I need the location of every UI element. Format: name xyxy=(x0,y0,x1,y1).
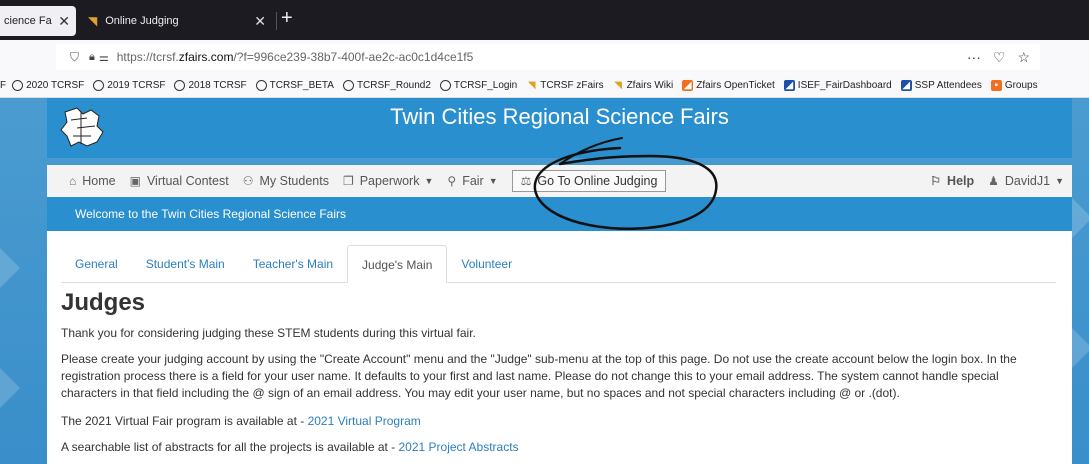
bookmark-tcrsf-login[interactable]: TCRSF_Login xyxy=(439,80,517,91)
bookmark-lead[interactable]: F xyxy=(0,80,6,91)
project-abstracts-link[interactable]: 2021 Project Abstracts xyxy=(399,440,519,454)
decor-chevron xyxy=(1072,328,1089,368)
page-heading: Judges xyxy=(61,289,146,316)
zfairs-favicon-icon: ◥ xyxy=(88,14,98,28)
bookmark-2018-tcrsf[interactable]: 2018 TCRSF xyxy=(174,80,247,91)
map-marker-icon: ⚲ xyxy=(447,174,457,188)
globe-icon xyxy=(12,80,24,91)
scale-icon: ⚖ xyxy=(520,174,532,188)
browser-tab-science-fair[interactable]: cience Fa ✕ xyxy=(0,6,76,36)
browser-tab-bar: cience Fa ✕ ◥ Online Judging ✕ + xyxy=(0,0,1089,40)
virtual-program-link[interactable]: 2021 Virtual Program xyxy=(308,414,421,428)
nav-paperwork[interactable]: ❐ Paperwork ▼ xyxy=(343,174,433,188)
globe-icon xyxy=(342,80,354,91)
nav-fair[interactable]: ⚲ Fair ▼ xyxy=(447,174,497,188)
decor-chevron xyxy=(0,248,20,288)
user-icon: ♟ xyxy=(988,174,999,188)
browser-tab-online-judging[interactable]: ◥ Online Judging ✕ xyxy=(80,6,274,36)
nav-home[interactable]: ⌂ Home xyxy=(69,174,116,188)
lock-icon[interactable]: 🔒︎ xyxy=(89,51,95,64)
bookmark-tcrsf-zfairs[interactable]: ◥ TCRSF zFairs xyxy=(526,80,604,91)
bookmark-2020-tcrsf[interactable]: 2020 TCRSF xyxy=(12,80,84,91)
tab-general[interactable]: General xyxy=(61,245,132,282)
tab-students-main[interactable]: Student's Main xyxy=(132,245,239,282)
tab-title: cience Fa xyxy=(4,15,52,27)
help-icon: ⚐ xyxy=(930,174,942,188)
globe-icon xyxy=(174,80,186,91)
close-tab-icon[interactable]: ✕ xyxy=(254,13,266,30)
tab-volunteer[interactable]: Volunteer xyxy=(447,245,526,282)
isef-icon: ◢ xyxy=(783,80,795,91)
chevron-down-icon: ▼ xyxy=(1055,176,1064,186)
program-paragraph: The 2021 Virtual Fair program is availab… xyxy=(61,414,421,428)
users-icon: ⚇ xyxy=(242,174,254,188)
site-banner: Twin Cities Regional Science Fairs xyxy=(47,98,1072,158)
pocket-icon[interactable]: ♡ xyxy=(993,49,1006,66)
instructions-paragraph: Please create your judging account by us… xyxy=(61,352,1017,400)
nav-online-judging[interactable]: ⚖ Go To Online Judging xyxy=(511,170,667,192)
close-tab-icon[interactable]: ✕ xyxy=(58,13,70,30)
tab-divider xyxy=(276,12,277,30)
groups-icon: ▪ xyxy=(990,80,1002,91)
bookmarks-toolbar: F 2020 TCRSF 2019 TCRSF 2018 TCRSF TCRSF… xyxy=(0,74,1089,98)
bookmark-zfairs-wiki[interactable]: ◥ Zfairs Wiki xyxy=(613,80,673,91)
chevron-down-icon: ▼ xyxy=(488,176,498,186)
shield-icon[interactable]: ⛉ xyxy=(70,50,79,65)
bookmark-ssp-attendees[interactable]: ◢ SSP Attendees xyxy=(900,80,982,91)
bookmark-isef-dashboard[interactable]: ◢ ISEF_FairDashboard xyxy=(783,80,892,91)
main-navigation: ⌂ Home ▣ Virtual Contest ⚇ My Students ❐ Pap… xyxy=(47,165,1072,197)
bookmark-2019-tcrsf[interactable]: 2019 TCRSF xyxy=(93,80,165,91)
bookmark-groups[interactable]: ▪ Groups xyxy=(990,80,1038,91)
address-bar[interactable]: ⛉ 🔒︎ ⚌ https://tcrsf.zfairs.com/?f=996ce… xyxy=(56,44,1040,70)
nav-help[interactable]: ⚐ Help xyxy=(930,174,974,188)
ticket-icon: ◢ xyxy=(682,80,694,91)
main-content: General Student's Main Teacher's Main Ju… xyxy=(47,231,1072,464)
globe-icon xyxy=(439,80,451,91)
bookmark-zfairs-openticket[interactable]: ◢ Zfairs OpenTicket xyxy=(682,80,775,91)
decor-chevron xyxy=(1072,198,1089,238)
isef-icon: ◢ xyxy=(900,80,912,91)
zfairs-icon: ◥ xyxy=(527,80,536,91)
tab-judges-main[interactable]: Judge's Main xyxy=(347,245,448,283)
camera-icon: ▣ xyxy=(129,174,141,188)
bookmark-tcrsf-beta[interactable]: TCRSF_BETA xyxy=(255,80,334,91)
role-tabs: General Student's Main Teacher's Main Ju… xyxy=(61,245,1056,283)
tab-title: Online Judging xyxy=(105,15,179,27)
chevron-down-icon: ▼ xyxy=(424,176,434,186)
bookmark-star-icon[interactable]: ☆ xyxy=(1017,49,1030,66)
page-actions-icon[interactable]: ··· xyxy=(967,49,981,66)
nav-virtual-contest[interactable]: ▣ Virtual Contest xyxy=(130,174,229,188)
abstracts-paragraph: A searchable list of abstracts for all t… xyxy=(61,440,519,454)
paperwork-icon: ❐ xyxy=(342,174,354,188)
welcome-bar: Welcome to the Twin Cities Regional Scie… xyxy=(47,197,1072,231)
intro-paragraph: Thank you for considering judging these … xyxy=(61,326,476,340)
new-tab-button[interactable]: + xyxy=(281,8,293,28)
site-title: Twin Cities Regional Science Fairs xyxy=(390,104,729,129)
permissions-icon[interactable]: ⚌ xyxy=(99,51,109,64)
decor-chevron xyxy=(0,368,20,408)
home-icon: ⌂ xyxy=(69,174,77,188)
tab-teachers-main[interactable]: Teacher's Main xyxy=(239,245,347,282)
globe-icon xyxy=(93,80,105,91)
nav-user-menu[interactable]: ♟ DavidJ1 ▼ xyxy=(988,174,1064,188)
globe-icon xyxy=(255,80,267,91)
zfairs-icon: ◥ xyxy=(614,80,622,91)
nav-my-students[interactable]: ⚇ My Students xyxy=(243,174,329,188)
url-text[interactable]: https://tcrsf.zfairs.com/?f=996ce239-38b… xyxy=(117,50,474,64)
bookmark-tcrsf-round2[interactable]: TCRSF_Round2 xyxy=(342,80,431,91)
